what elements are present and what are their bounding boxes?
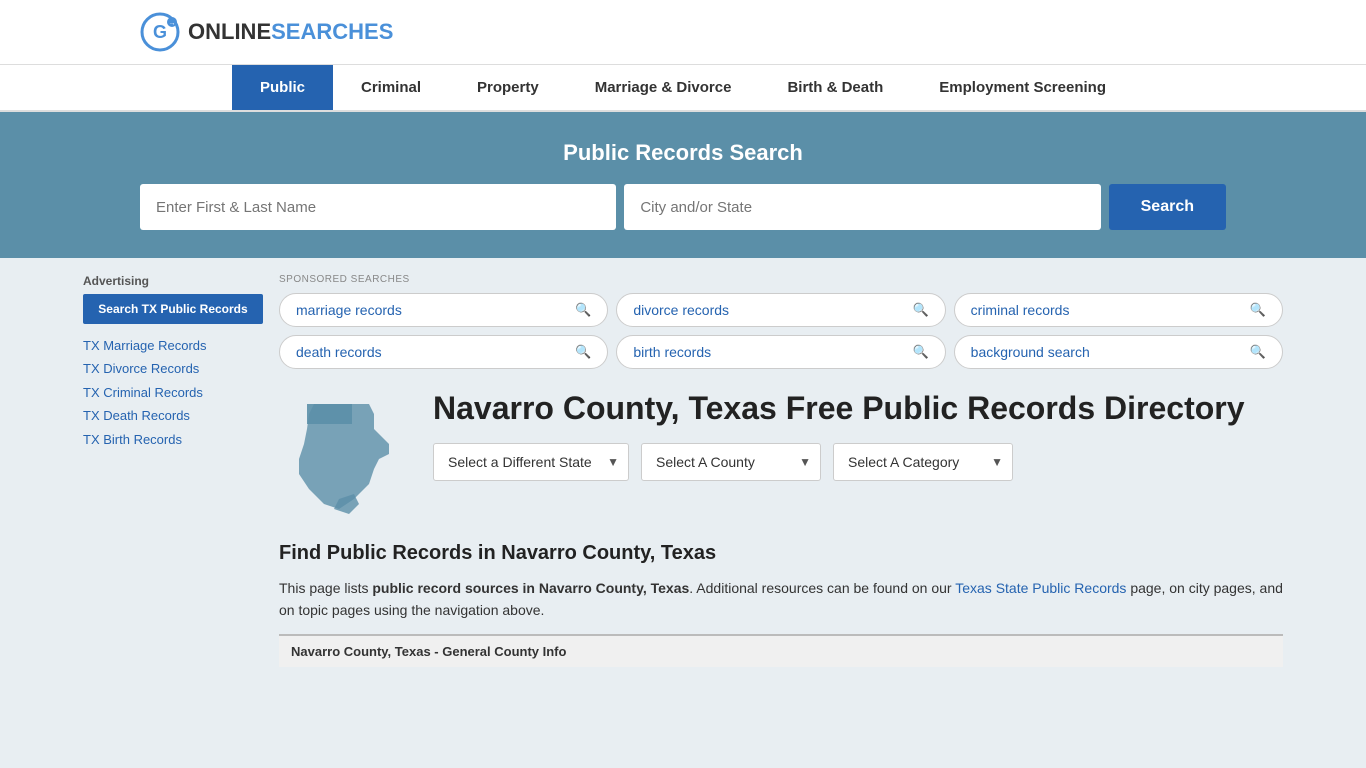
hero-section: Public Records Search Search <box>0 112 1366 258</box>
nav-item-property[interactable]: Property <box>449 65 567 110</box>
county-section: Navarro County, Texas Free Public Record… <box>279 389 1283 522</box>
category-dropdown-wrapper: Select A Category ▼ <box>833 443 1013 481</box>
sidebar-link-divorce[interactable]: TX Divorce Records <box>83 357 263 380</box>
county-title: Navarro County, Texas Free Public Record… <box>433 389 1245 427</box>
sidebar-link-marriage[interactable]: TX Marriage Records <box>83 334 263 357</box>
state-dropdown[interactable]: Select a Different State <box>433 443 629 481</box>
state-dropdown-wrapper: Select a Different State ▼ <box>433 443 629 481</box>
nav-item-employment[interactable]: Employment Screening <box>911 65 1134 110</box>
location-input[interactable] <box>624 184 1100 230</box>
county-dropdown[interactable]: Select A County <box>641 443 821 481</box>
texas-records-link[interactable]: Texas State Public Records <box>955 580 1126 596</box>
search-icon: 🔍 <box>1250 344 1266 360</box>
main-content: Advertising Search TX Public Records TX … <box>63 258 1303 683</box>
tag-label: divorce records <box>633 302 729 318</box>
tag-marriage-records[interactable]: marriage records 🔍 <box>279 293 608 327</box>
search-icon: 🔍 <box>912 344 928 360</box>
sidebar-ad-label: Advertising <box>83 274 263 288</box>
content-area: SPONSORED SEARCHES marriage records 🔍 di… <box>279 258 1283 683</box>
dropdowns: Select a Different State ▼ Select A Coun… <box>433 443 1245 481</box>
search-button[interactable]: Search <box>1109 184 1226 230</box>
name-input[interactable] <box>140 184 616 230</box>
category-dropdown[interactable]: Select A Category <box>833 443 1013 481</box>
logo-icon: G → <box>140 12 180 52</box>
desc-part2: . Additional resources can be found on o… <box>689 580 955 596</box>
tag-death-records[interactable]: death records 🔍 <box>279 335 608 369</box>
search-icon: 🔍 <box>575 302 591 318</box>
hero-title: Public Records Search <box>140 140 1226 166</box>
svg-text:G: G <box>153 22 167 42</box>
county-dropdown-wrapper: Select A County ▼ <box>641 443 821 481</box>
county-info: Navarro County, Texas Free Public Record… <box>433 389 1245 481</box>
texas-map-icon <box>279 389 409 519</box>
tag-birth-records[interactable]: birth records 🔍 <box>616 335 945 369</box>
find-title: Find Public Records in Navarro County, T… <box>279 542 1283 565</box>
sidebar-link-death[interactable]: TX Death Records <box>83 404 263 427</box>
svg-text:→: → <box>169 20 176 27</box>
search-bar: Search <box>140 184 1226 230</box>
nav-item-marriage-divorce[interactable]: Marriage & Divorce <box>567 65 760 110</box>
nav-item-public[interactable]: Public <box>232 65 333 110</box>
search-icon: 🔍 <box>912 302 928 318</box>
tag-criminal-records[interactable]: criminal records 🔍 <box>954 293 1283 327</box>
tag-label: criminal records <box>971 302 1070 318</box>
header: G → ONLINESEARCHES <box>0 0 1366 65</box>
sidebar-link-birth[interactable]: TX Birth Records <box>83 428 263 451</box>
tag-label: birth records <box>633 344 711 360</box>
tag-divorce-records[interactable]: divorce records 🔍 <box>616 293 945 327</box>
search-icon: 🔍 <box>575 344 591 360</box>
search-icon: 🔍 <box>1250 302 1266 318</box>
tag-label: background search <box>971 344 1090 360</box>
find-description: This page lists public record sources in… <box>279 577 1283 622</box>
sidebar-ad-button[interactable]: Search TX Public Records <box>83 294 263 324</box>
county-info-bar: Navarro County, Texas - General County I… <box>279 634 1283 667</box>
tag-label: marriage records <box>296 302 402 318</box>
sponsored-label: SPONSORED SEARCHES <box>279 274 1283 285</box>
main-nav: Public Criminal Property Marriage & Divo… <box>0 65 1366 112</box>
sidebar-links: TX Marriage Records TX Divorce Records T… <box>83 334 263 451</box>
sidebar: Advertising Search TX Public Records TX … <box>83 258 263 683</box>
desc-bold: public record sources in Navarro County,… <box>372 580 689 596</box>
search-tags: marriage records 🔍 divorce records 🔍 cri… <box>279 293 1283 369</box>
tag-background-search[interactable]: background search 🔍 <box>954 335 1283 369</box>
desc-part1: This page lists <box>279 580 372 596</box>
nav-item-birth-death[interactable]: Birth & Death <box>759 65 911 110</box>
state-image <box>279 389 409 522</box>
sidebar-link-criminal[interactable]: TX Criminal Records <box>83 381 263 404</box>
find-section: Find Public Records in Navarro County, T… <box>279 542 1283 667</box>
logo-text: ONLINESEARCHES <box>188 19 393 45</box>
nav-item-criminal[interactable]: Criminal <box>333 65 449 110</box>
tag-label: death records <box>296 344 382 360</box>
logo[interactable]: G → ONLINESEARCHES <box>140 12 393 52</box>
